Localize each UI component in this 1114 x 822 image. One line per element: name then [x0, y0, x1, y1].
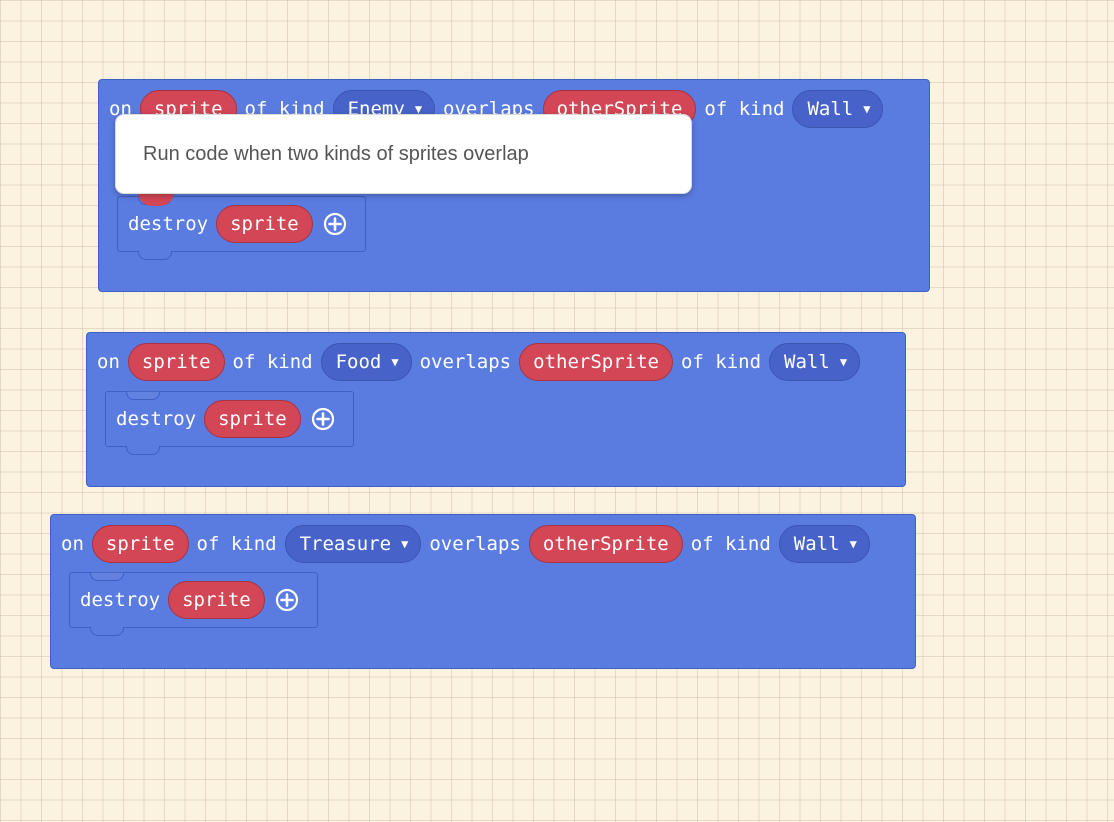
- kind-dropdown-second[interactable]: Wall ▼: [792, 90, 884, 128]
- sprite-variable[interactable]: sprite: [168, 581, 265, 619]
- statement-notch-bottom: [126, 446, 160, 455]
- statement-notch: [90, 572, 124, 581]
- kind-dropdown-value: Food: [335, 351, 382, 373]
- of-kind-label: of kind: [196, 533, 277, 555]
- of-kind-label: of kind: [680, 351, 762, 373]
- sprite-variable[interactable]: sprite: [216, 205, 313, 243]
- sprite-variable[interactable]: sprite: [91, 525, 189, 563]
- kind-dropdown-value: Treasure: [299, 533, 392, 555]
- overlap-event-block-food[interactable]: on sprite of kind Food ▼ overlaps otherS…: [86, 332, 906, 487]
- sprite-variable[interactable]: sprite: [127, 343, 225, 381]
- kind-dropdown-second[interactable]: Wall ▼: [778, 525, 870, 563]
- caret-down-icon: ▼: [391, 355, 399, 369]
- of-kind-label: of kind: [690, 533, 771, 555]
- event-hat-row: on sprite of kind Food ▼ overlaps otherS…: [87, 333, 868, 391]
- sprite-variable[interactable]: sprite: [204, 400, 301, 438]
- on-label: on: [97, 351, 120, 373]
- destroy-statement[interactable]: destroy sprite: [105, 391, 354, 455]
- destroy-statement[interactable]: destroy sprite: [69, 572, 318, 636]
- plus-circle-icon[interactable]: [323, 212, 347, 236]
- statement-notch: [126, 391, 160, 400]
- kind-dropdown-value: Wall: [784, 351, 830, 373]
- kind-dropdown-second[interactable]: Wall ▼: [769, 343, 861, 381]
- of-kind-label: of kind: [704, 98, 785, 120]
- caret-down-icon: ▼: [401, 537, 409, 551]
- on-label: on: [61, 533, 84, 555]
- caret-down-icon: ▼: [863, 102, 871, 116]
- overlaps-label: overlaps: [419, 351, 512, 373]
- other-sprite-variable[interactable]: otherSprite: [528, 525, 683, 563]
- destroy-label: destroy: [116, 408, 197, 430]
- caret-down-icon: ▼: [839, 355, 848, 369]
- destroy-label: destroy: [128, 213, 209, 235]
- tooltip-text: Run code when two kinds of sprites overl…: [143, 142, 529, 165]
- plus-circle-icon[interactable]: [275, 588, 299, 612]
- destroy-label: destroy: [80, 589, 161, 611]
- kind-dropdown-value: Wall: [807, 98, 854, 120]
- of-kind-label: of kind: [232, 351, 313, 373]
- kind-dropdown-value: Wall: [793, 533, 840, 555]
- kind-dropdown-first[interactable]: Treasure ▼: [284, 525, 422, 563]
- statement-notch-bottom: [138, 251, 172, 260]
- event-hat-row: on sprite of kind Treasure ▼ overlaps ot…: [51, 515, 878, 573]
- other-sprite-variable[interactable]: otherSprite: [519, 343, 673, 381]
- blocks-workspace[interactable]: on sprite of kind Enemy ▼ overlaps other…: [0, 0, 1114, 822]
- overlaps-label: overlaps: [429, 533, 521, 555]
- statement-notch-bottom: [90, 627, 124, 636]
- block-tooltip: Run code when two kinds of sprites overl…: [115, 114, 692, 194]
- kind-dropdown-first[interactable]: Food ▼: [320, 343, 412, 381]
- overlap-event-block-treasure[interactable]: on sprite of kind Treasure ▼ overlaps ot…: [50, 514, 916, 669]
- caret-down-icon: ▼: [849, 537, 857, 551]
- plus-circle-icon[interactable]: [311, 407, 335, 431]
